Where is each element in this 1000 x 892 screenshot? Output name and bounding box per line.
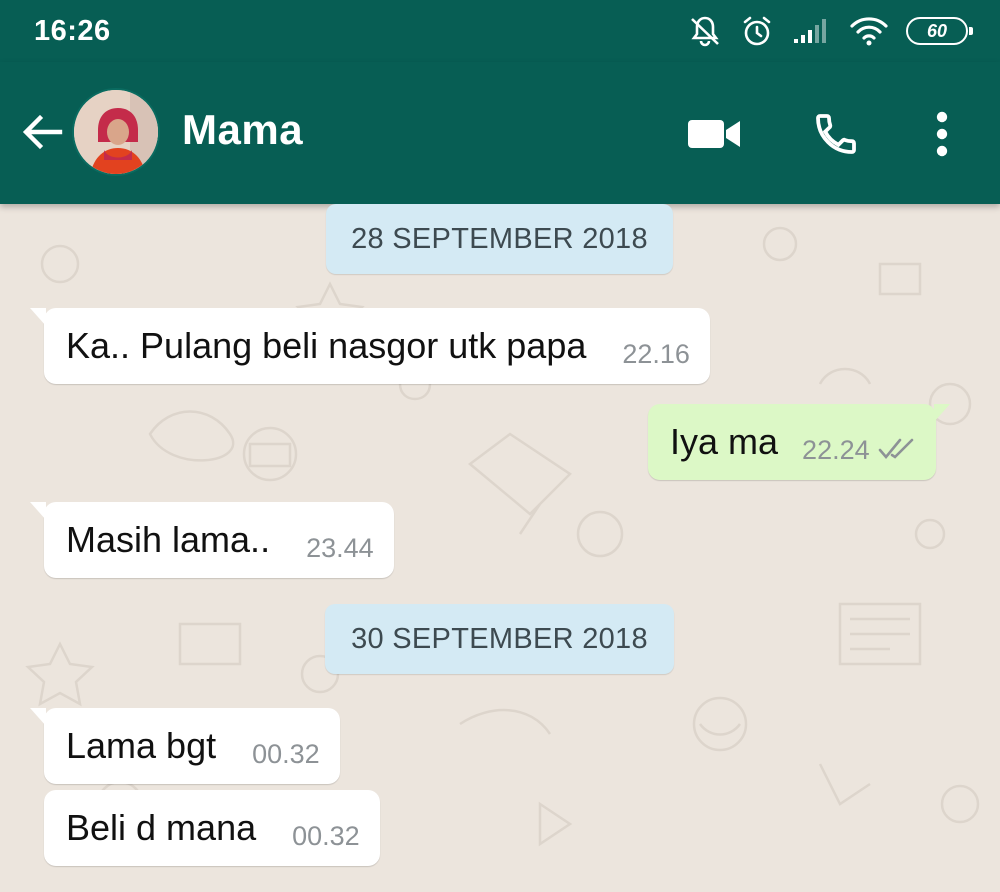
- mute-notifications-icon: [688, 15, 722, 47]
- message-text: Lama bgt: [66, 725, 217, 766]
- message-time: 00.32: [252, 738, 320, 769]
- bubble-tail: [30, 708, 46, 726]
- back-button[interactable]: [18, 108, 66, 156]
- date-divider: 30 SEPTEMBER 2018: [325, 604, 674, 674]
- bubble-tail: [30, 308, 46, 326]
- signal-icon: [792, 17, 832, 45]
- bubble-tail: [933, 404, 950, 422]
- avatar-photo: [74, 90, 158, 174]
- date-divider-label: 28 SEPTEMBER 2018: [351, 222, 648, 255]
- chat-header: Mama: [0, 62, 1000, 204]
- battery-icon: 60: [906, 17, 973, 45]
- status-bar: 16:26 60: [0, 0, 1000, 62]
- message-time: 23.44: [306, 532, 374, 563]
- battery-level: 60: [926, 20, 948, 41]
- incoming-message[interactable]: Lama bgt 00.32: [30, 708, 340, 784]
- video-call-icon: [688, 120, 740, 148]
- status-time: 16:26: [34, 14, 111, 47]
- date-divider: 28 SEPTEMBER 2018: [326, 204, 673, 274]
- more-options-button[interactable]: [912, 104, 972, 164]
- message-text: Iya ma: [670, 421, 779, 462]
- voice-call-button[interactable]: [806, 104, 866, 164]
- incoming-message[interactable]: Beli d mana 00.32: [44, 790, 380, 866]
- date-divider-label: 30 SEPTEMBER 2018: [351, 622, 648, 655]
- message-time: 22.16: [622, 338, 690, 369]
- contact-avatar[interactable]: [72, 88, 160, 176]
- message-text: Beli d mana: [66, 807, 257, 848]
- message-time: 00.32: [292, 820, 360, 851]
- more-vert-icon: [936, 111, 948, 157]
- phone-icon: [816, 114, 856, 154]
- back-arrow-icon: [22, 114, 63, 150]
- message-text: Masih lama..: [66, 519, 271, 560]
- status-icons: 60: [688, 14, 973, 48]
- message-time: 22.24: [802, 434, 870, 465]
- video-call-button[interactable]: [684, 104, 744, 164]
- outgoing-message[interactable]: Iya ma 22.24: [648, 404, 950, 480]
- wifi-icon: [850, 16, 888, 46]
- bubble-tail: [30, 502, 46, 520]
- contact-name[interactable]: Mama: [182, 106, 303, 154]
- incoming-message[interactable]: Ka.. Pulang beli nasgor utk papa 22.16: [30, 308, 710, 384]
- alarm-icon: [740, 14, 774, 48]
- double-tick-icon: [878, 438, 913, 460]
- incoming-message[interactable]: Masih lama.. 23.44: [30, 502, 394, 578]
- message-list[interactable]: 28 SEPTEMBER 2018 Ka.. Pulang beli nasgo…: [0, 204, 1000, 892]
- message-text: Ka.. Pulang beli nasgor utk papa: [66, 325, 587, 366]
